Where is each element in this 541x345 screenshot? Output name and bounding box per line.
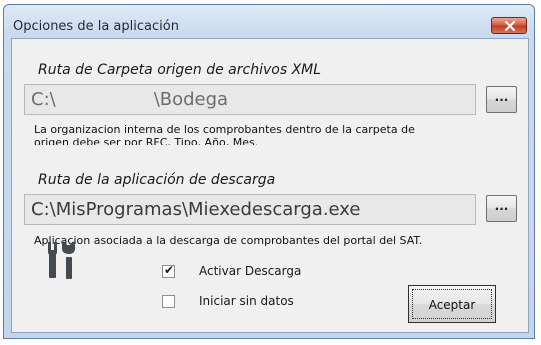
activar-descarga-checkbox[interactable]: ✔ [162,263,175,278]
iniciar-sin-datos-checkbox[interactable] [162,295,175,308]
close-icon [504,21,516,31]
accept-button-label: Aceptar [428,298,476,312]
title-bar[interactable]: Opciones de la aplicación [4,5,534,38]
activar-descarga-label[interactable]: Activar Descarga [199,264,301,278]
accept-button[interactable]: Aceptar [408,285,496,323]
source-folder-field[interactable]: C:\ \Bodega [24,84,476,115]
source-path-end: \Bodega [153,89,229,110]
close-button[interactable] [491,17,527,34]
tools-icon [48,241,75,279]
check-mark-icon: ✔ [164,263,175,277]
download-app-browse-button[interactable]: ... [486,195,517,222]
source-description-line2: origen debe ser por RFC, Tipo, Año, Mes. [34,136,259,145]
window-title: Opciones de la aplicación [13,19,179,34]
source-browse-button[interactable]: ... [486,86,517,113]
source-path-start: C:\ [31,89,56,110]
source-description: La organizacion interna de los comproban… [34,123,474,145]
download-app-label: Ruta de la aplicación de descarga [38,172,276,188]
iniciar-sin-datos-label[interactable]: Iniciar sin datos [199,294,294,308]
download-app-description: Aplicacion asociada a la descarga de com… [34,234,423,247]
download-app-field[interactable]: C:\MisProgramas\Miexedescarga.exe [24,194,476,225]
source-description-line1: La organizacion interna de los comproban… [34,123,415,136]
source-folder-label: Ruta de Carpeta origen de archivos XML [38,62,322,78]
